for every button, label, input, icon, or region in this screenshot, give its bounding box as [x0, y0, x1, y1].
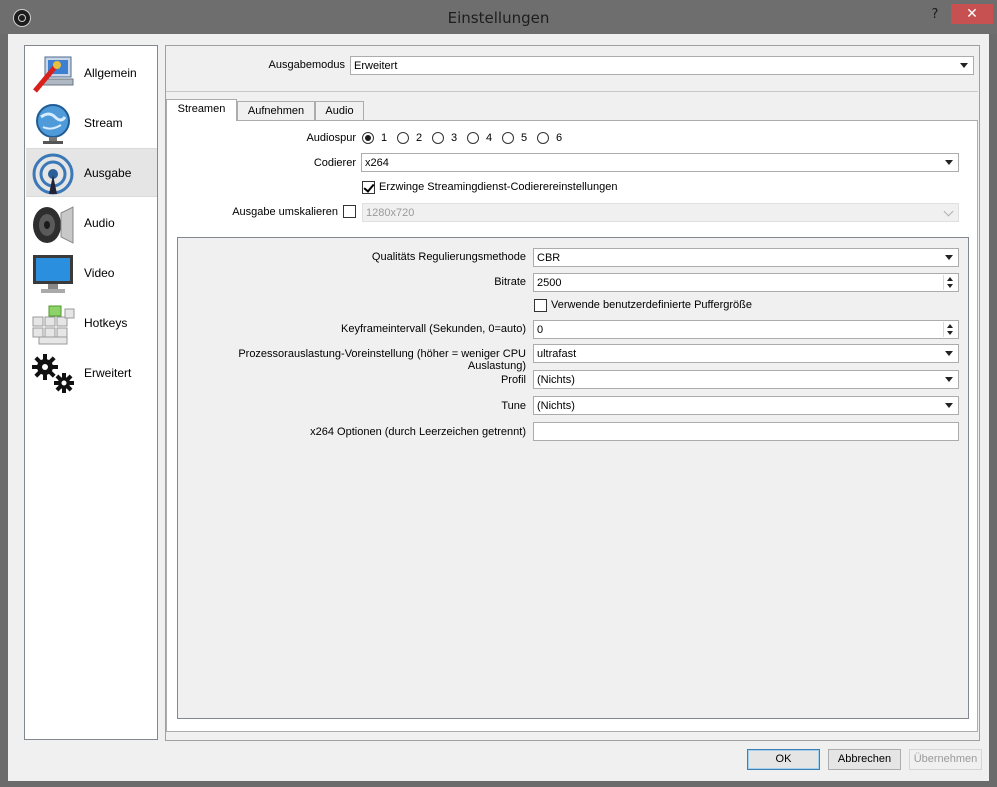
spin-up-icon — [947, 277, 953, 281]
general-icon — [33, 56, 74, 93]
rescale-resolution-dropdown[interactable]: 1280x720 — [362, 203, 959, 222]
sidebar-item-label: Audio — [84, 216, 115, 230]
sidebar-item-label: Stream — [84, 116, 123, 130]
output-antenna-icon — [32, 153, 74, 195]
custom-buffer-checkbox[interactable] — [534, 299, 547, 312]
tune-value: (Nichts) — [537, 400, 575, 412]
audio-track-radio-1[interactable] — [362, 132, 374, 144]
spin-up-icon — [947, 324, 953, 328]
preset-value: ultrafast — [537, 348, 577, 360]
output-mode-dropdown[interactable]: Erweitert — [350, 56, 974, 75]
audio-track-radio-6[interactable] — [537, 132, 549, 144]
chevron-down-icon — [945, 160, 953, 165]
chevron-down-icon — [945, 351, 953, 356]
chevron-down-icon — [945, 377, 953, 382]
sidebar-item-video[interactable]: Video — [26, 249, 157, 298]
sidebar-item-ausgabe[interactable]: Ausgabe — [26, 148, 157, 197]
profile-label: Profil — [500, 374, 526, 386]
chevron-down-icon — [945, 403, 953, 408]
preset-label: Prozessorauslastung-Voreinstellung (höhe… — [238, 348, 526, 372]
tune-dropdown[interactable]: (Nichts) — [533, 396, 959, 415]
audio-track-radio-2[interactable] — [397, 132, 409, 144]
ok-button[interactable]: OK — [747, 749, 820, 770]
keyboard-icon — [32, 305, 75, 345]
encoder-dropdown[interactable]: x264 — [361, 153, 959, 172]
chevron-down-icon — [960, 63, 968, 68]
spin-down-icon — [947, 331, 953, 335]
keyframe-value: 0 — [537, 324, 544, 336]
enforce-settings-label: Erzwinge Streamingdienst-Codierereinstel… — [379, 181, 618, 193]
audio-track-option-label: 6 — [556, 132, 563, 144]
keyframe-spinbox[interactable]: 0 — [533, 320, 959, 339]
chevron-down-icon — [943, 206, 954, 217]
monitor-icon — [33, 255, 73, 293]
x264-options-input[interactable] — [533, 422, 959, 441]
gears-icon — [32, 354, 74, 393]
output-mode-value: Erweitert — [354, 60, 398, 72]
sidebar-item-label: Allgemein — [84, 66, 137, 80]
audio-track-radio-3[interactable] — [432, 132, 444, 144]
sidebar-item-label: Hotkeys — [84, 316, 128, 330]
spin-down-icon — [947, 284, 953, 288]
audio-track-radio-4[interactable] — [467, 132, 479, 144]
audio-track-option-label: 2 — [416, 132, 423, 144]
rescale-label: Ausgabe umskalieren — [232, 206, 338, 218]
bitrate-value: 2500 — [537, 277, 562, 289]
tune-label: Tune — [501, 400, 526, 412]
settings-category-list: Allgemein Stream Ausgabe Audio Video Hot… — [24, 45, 158, 740]
apply-button[interactable]: Übernehmen — [909, 749, 982, 770]
sidebar-item-label: Ausgabe — [84, 166, 132, 180]
keyframe-label: Keyframeintervall (Sekunden, 0=auto) — [341, 323, 526, 335]
sidebar-item-audio[interactable]: Audio — [26, 199, 157, 248]
sidebar-item-label: Erweitert — [84, 366, 132, 380]
custom-buffer-label: Verwende benutzerdefinierte Puffergröße — [551, 299, 752, 311]
profile-dropdown[interactable]: (Nichts) — [533, 370, 959, 389]
cancel-button[interactable]: Abbrechen — [828, 749, 901, 770]
sidebar-item-erweitert[interactable]: Erweitert — [26, 349, 157, 398]
bitrate-spinbox[interactable]: 2500 — [533, 273, 959, 292]
encoder-value: x264 — [365, 157, 389, 169]
audio-track-option-label: 1 — [381, 132, 388, 144]
chevron-down-icon — [945, 255, 953, 260]
spin-buttons[interactable] — [943, 322, 957, 337]
rescale-checkbox[interactable] — [343, 205, 356, 218]
sidebar-item-label: Video — [84, 266, 115, 280]
profile-value: (Nichts) — [537, 374, 575, 386]
rate-control-value: CBR — [537, 252, 561, 264]
speaker-icon — [33, 206, 74, 244]
stream-globe-icon — [36, 104, 70, 144]
tab-streamen[interactable]: Streamen — [166, 99, 237, 121]
preset-dropdown[interactable]: ultrafast — [533, 344, 959, 363]
rescale-resolution-value: 1280x720 — [366, 207, 415, 219]
window-title: Einstellungen — [447, 9, 550, 27]
output-mode-label: Ausgabemodus — [268, 59, 345, 71]
bitrate-label: Bitrate — [494, 276, 526, 288]
tab-aufnehmen[interactable]: Aufnehmen — [237, 101, 315, 120]
sidebar-item-allgemein[interactable]: Allgemein — [26, 49, 157, 98]
help-button[interactable]: ? — [920, 5, 950, 25]
audio-track-option-label: 4 — [486, 132, 493, 144]
encoder-label: Codierer — [313, 157, 356, 169]
audio-track-label: Audiospur — [306, 132, 356, 144]
audio-track-option-label: 5 — [521, 132, 528, 144]
rate-control-dropdown[interactable]: CBR — [533, 248, 959, 267]
tab-audio[interactable]: Audio — [315, 101, 364, 120]
enforce-settings-checkbox[interactable] — [362, 181, 375, 194]
audio-track-radio-5[interactable] — [502, 132, 514, 144]
sidebar-item-hotkeys[interactable]: Hotkeys — [26, 299, 157, 348]
close-button[interactable]: ✕ — [951, 4, 993, 24]
spin-buttons[interactable] — [943, 275, 957, 290]
sidebar-item-stream[interactable]: Stream — [26, 99, 157, 148]
x264-options-label: x264 Optionen (durch Leerzeichen getrenn… — [310, 426, 526, 438]
audio-track-option-label: 3 — [451, 132, 458, 144]
divider — [166, 91, 978, 92]
rate-control-label: Qualitäts Regulierungsmethode — [371, 251, 526, 263]
